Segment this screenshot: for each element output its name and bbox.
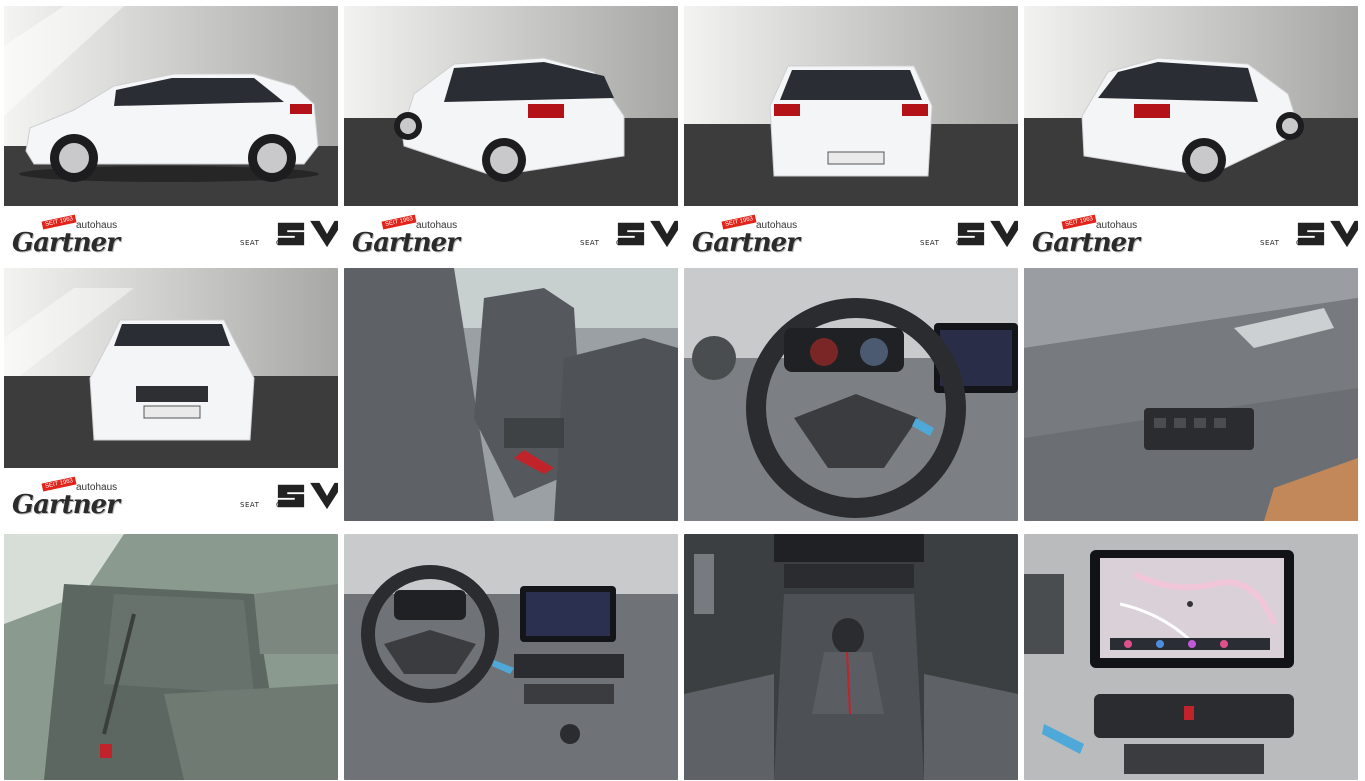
gallery-photo-7[interactable]	[684, 268, 1018, 521]
car-side-image	[4, 6, 338, 206]
seat-brand-label: SEAT	[1260, 239, 1280, 247]
dealer-name: Gartner	[1032, 228, 1140, 258]
brand-logos: SEAT CUPRA	[918, 219, 1018, 249]
dealer-name: Gartner	[12, 490, 120, 520]
gallery-photo-10[interactable]	[344, 534, 678, 780]
dealer-banner: SEIT 1963 autohaus Gartner SEAT CUPRA	[4, 206, 338, 259]
brand-logos: SEAT CUPRA	[238, 481, 338, 511]
brand-logos: SEAT CUPRA	[1258, 219, 1358, 249]
seat-brand-label: SEAT	[920, 239, 940, 247]
brand-logos: SEAT CUPRA	[578, 219, 678, 249]
gallery-photo-4[interactable]: SEIT 1963 autohaus Gartner SEAT CUPRA	[1024, 6, 1358, 259]
cockpit-image	[344, 534, 678, 780]
photo-gallery: SEIT 1963 autohaus Gartner SEAT CUPRA SE…	[0, 0, 1365, 781]
gallery-photo-12[interactable]	[1024, 534, 1358, 780]
seat-brand-label: SEAT	[240, 239, 260, 247]
gallery-photo-6[interactable]	[344, 268, 678, 521]
cupra-brand-label: CUPRA	[276, 501, 303, 509]
dealer-banner: SEIT 1963 autohaus Gartner SEAT CUPRA	[4, 468, 338, 521]
seat-brand-label: SEAT	[240, 501, 260, 509]
brand-logos: SEAT CUPRA	[238, 219, 338, 249]
car-front-image	[4, 268, 338, 468]
dealer-logo: SEIT 1963 autohaus Gartner	[692, 214, 822, 258]
gear-shifter-image	[684, 534, 1018, 780]
cupra-brand-label: CUPRA	[1296, 239, 1323, 247]
dealer-banner: SEIT 1963 autohaus Gartner SEAT CUPRA	[344, 206, 678, 259]
dealer-banner: SEIT 1963 autohaus Gartner SEAT CUPRA	[1024, 206, 1358, 259]
dealer-logo: SEIT 1963 autohaus Gartner	[12, 476, 142, 520]
dealer-banner: SEIT 1963 autohaus Gartner SEAT CUPRA	[684, 206, 1018, 259]
cupra-brand-label: CUPRA	[956, 239, 983, 247]
gallery-photo-3[interactable]: SEIT 1963 autohaus Gartner SEAT CUPRA	[684, 6, 1018, 259]
seat-brand-label: SEAT	[580, 239, 600, 247]
infotainment-image	[1024, 534, 1358, 780]
steering-wheel-image	[684, 268, 1018, 521]
gallery-photo-9[interactable]	[4, 534, 338, 780]
gallery-photo-2[interactable]: SEIT 1963 autohaus Gartner SEAT CUPRA	[344, 6, 678, 259]
gallery-photo-11[interactable]	[684, 534, 1018, 780]
dealer-name: Gartner	[352, 228, 460, 258]
dealer-name: Gartner	[12, 228, 120, 258]
dealer-name: Gartner	[692, 228, 800, 258]
dealer-logo: SEIT 1963 autohaus Gartner	[1032, 214, 1162, 258]
gallery-photo-5[interactable]: SEIT 1963 autohaus Gartner SEAT CUPRA	[4, 268, 338, 521]
cupra-brand-label: CUPRA	[616, 239, 643, 247]
rear-seats-image	[4, 534, 338, 780]
car-rear-right-image	[1024, 6, 1358, 206]
dealer-logo: SEIT 1963 autohaus Gartner	[352, 214, 482, 258]
gallery-photo-8[interactable]	[1024, 268, 1358, 521]
car-rear-left-image	[344, 6, 678, 206]
gallery-photo-1[interactable]: SEIT 1963 autohaus Gartner SEAT CUPRA	[4, 6, 338, 259]
door-panel-image	[1024, 268, 1358, 521]
cupra-brand-label: CUPRA	[276, 239, 303, 247]
car-rear-image	[684, 6, 1018, 206]
front-seats-image	[344, 268, 678, 521]
dealer-logo: SEIT 1963 autohaus Gartner	[12, 214, 142, 258]
